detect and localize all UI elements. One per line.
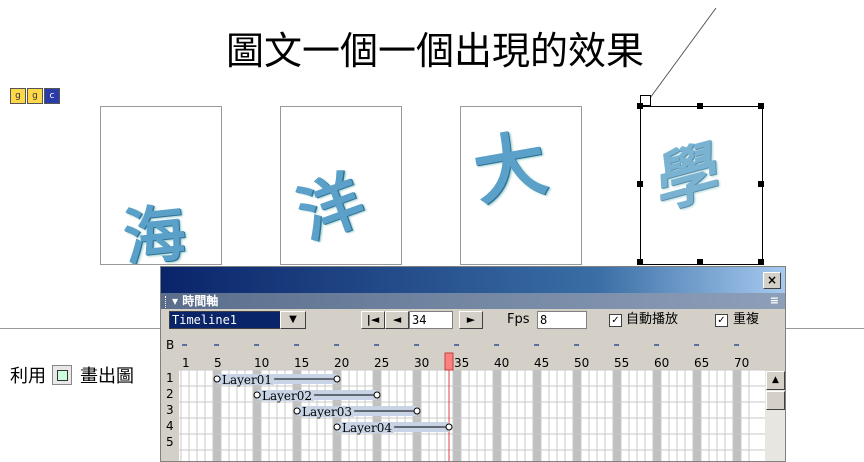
close-button[interactable]: × xyxy=(763,272,781,289)
ruler-tick-label: 20 xyxy=(334,356,349,370)
next-frame-button[interactable]: ► xyxy=(459,311,483,329)
ruler-tick-label: 25 xyxy=(374,356,389,370)
ruler-tick-label: 70 xyxy=(734,356,749,370)
prev-frame-button[interactable]: ◄ xyxy=(385,311,409,329)
grid-column xyxy=(653,370,661,461)
resize-handle[interactable] xyxy=(758,259,764,265)
frame-input[interactable]: 34 xyxy=(409,311,453,329)
ruler-tick-label: 60 xyxy=(654,356,669,370)
grid-column xyxy=(533,370,541,461)
keyframe-start[interactable] xyxy=(293,407,301,415)
grip-icon[interactable] xyxy=(165,295,169,308)
timeline-controls: Timeline1 ▼ |◄ ◄ 34 ► Fps 8 ✓ 自動播放 ✓ 重複 xyxy=(161,309,785,329)
resize-handle[interactable] xyxy=(697,103,703,109)
keyframe-end[interactable] xyxy=(373,391,381,399)
fps-input[interactable]: 8 xyxy=(537,311,587,329)
behavior-label: B xyxy=(166,338,174,352)
grid-column xyxy=(573,370,581,461)
loop-checkbox[interactable]: ✓ xyxy=(715,314,728,327)
ruler-tick-label: 40 xyxy=(494,356,509,370)
panel-title: 時間軸 xyxy=(182,294,219,308)
row-number: 1 xyxy=(166,371,174,385)
scroll-thumb[interactable] xyxy=(766,391,785,410)
body-text-suffix: 畫出圖 xyxy=(80,366,134,387)
layer-name[interactable]: Layer03 xyxy=(302,405,352,419)
grid-column xyxy=(453,370,461,461)
image-card-3[interactable]: 大 xyxy=(460,106,582,265)
timeline-select[interactable]: Timeline1 xyxy=(169,311,281,329)
grid-column xyxy=(493,370,501,461)
ruler-tick-label: 10 xyxy=(254,356,269,370)
fps-label: Fps xyxy=(507,312,530,327)
row-number: 5 xyxy=(166,435,174,449)
grid-column xyxy=(613,370,621,461)
object-icons[interactable]: g g c xyxy=(10,88,60,104)
grid-column xyxy=(693,370,701,461)
frame-tool-icon xyxy=(52,365,72,385)
panel-header[interactable]: ▾ 時間軸 ≡ xyxy=(161,293,785,309)
behavior-row xyxy=(161,337,765,353)
ruler-tick-label: 65 xyxy=(694,356,709,370)
autoplay-checkbox[interactable]: ✓ xyxy=(609,314,622,327)
panel-menu-icon[interactable]: ≡ xyxy=(770,293,779,309)
layer-name[interactable]: Layer01 xyxy=(222,373,272,387)
resize-handle[interactable] xyxy=(758,103,764,109)
keyframe-start[interactable] xyxy=(333,423,341,431)
resize-handle[interactable] xyxy=(697,259,703,265)
divider xyxy=(0,328,160,329)
timeline-window: × ▾ 時間軸 ≡ Timeline1 ▼ |◄ ◄ 34 ► Fps 8 ✓ … xyxy=(160,266,786,462)
resize-handle[interactable] xyxy=(758,181,764,187)
resize-handle[interactable] xyxy=(637,181,643,187)
collapse-icon[interactable]: ▾ xyxy=(172,294,182,308)
object-icon-2[interactable]: g xyxy=(27,88,43,104)
dropdown-arrow-icon[interactable]: ▼ xyxy=(280,311,306,329)
card-character: 海 xyxy=(119,195,190,265)
object-icon-1[interactable]: g xyxy=(10,88,26,104)
body-text: 利用 畫出圖 xyxy=(10,362,134,388)
window-titlebar[interactable]: × xyxy=(161,267,785,293)
ruler-tick-label: 1 xyxy=(182,356,190,370)
ruler-tick-label: 55 xyxy=(614,356,629,370)
layer-name[interactable]: Layer04 xyxy=(342,421,392,435)
resize-handle[interactable] xyxy=(637,103,643,109)
ruler-tick-label: 45 xyxy=(534,356,549,370)
loop-label: 重複 xyxy=(733,312,760,327)
card-character: 洋 xyxy=(287,161,374,255)
selection-box[interactable] xyxy=(640,106,763,265)
row-number: 4 xyxy=(166,419,174,433)
keyframe-end[interactable] xyxy=(333,375,341,383)
row-number: 3 xyxy=(166,403,174,417)
keyframe-start[interactable] xyxy=(213,375,221,383)
body-text-prefix: 利用 xyxy=(10,366,46,387)
object-icon-3[interactable]: c xyxy=(44,88,60,104)
timeline-grid[interactable]: B1 5 10 15 20 25 30 35 40 45 50 55 60 65 7012345Layer0… xyxy=(161,337,765,461)
divider xyxy=(785,328,864,329)
grid-column xyxy=(733,370,741,461)
keyframe-start[interactable] xyxy=(253,391,261,399)
keyframe-end[interactable] xyxy=(445,423,453,431)
ruler-tick-label: 35 xyxy=(454,356,469,370)
scroll-up-button[interactable]: ▲ xyxy=(766,371,785,390)
resize-handle[interactable] xyxy=(637,259,643,265)
autoplay-label: 自動播放 xyxy=(626,312,679,327)
image-card-1[interactable]: 海 xyxy=(100,106,222,265)
card-character: 大 xyxy=(467,119,553,216)
layer-name[interactable]: Layer02 xyxy=(262,389,312,403)
row-number: 2 xyxy=(166,387,174,401)
ruler-tick-label: 30 xyxy=(414,356,429,370)
ruler-tick-label: 15 xyxy=(294,356,309,370)
vertical-scrollbar[interactable]: ▲ xyxy=(765,371,785,461)
ruler-tick-label: 5 xyxy=(214,356,222,370)
first-frame-button[interactable]: |◄ xyxy=(361,311,385,329)
ruler-tick-label: 50 xyxy=(574,356,589,370)
playhead-marker[interactable] xyxy=(444,352,454,371)
keyframe-end[interactable] xyxy=(413,407,421,415)
image-card-2[interactable]: 洋 xyxy=(280,106,402,265)
